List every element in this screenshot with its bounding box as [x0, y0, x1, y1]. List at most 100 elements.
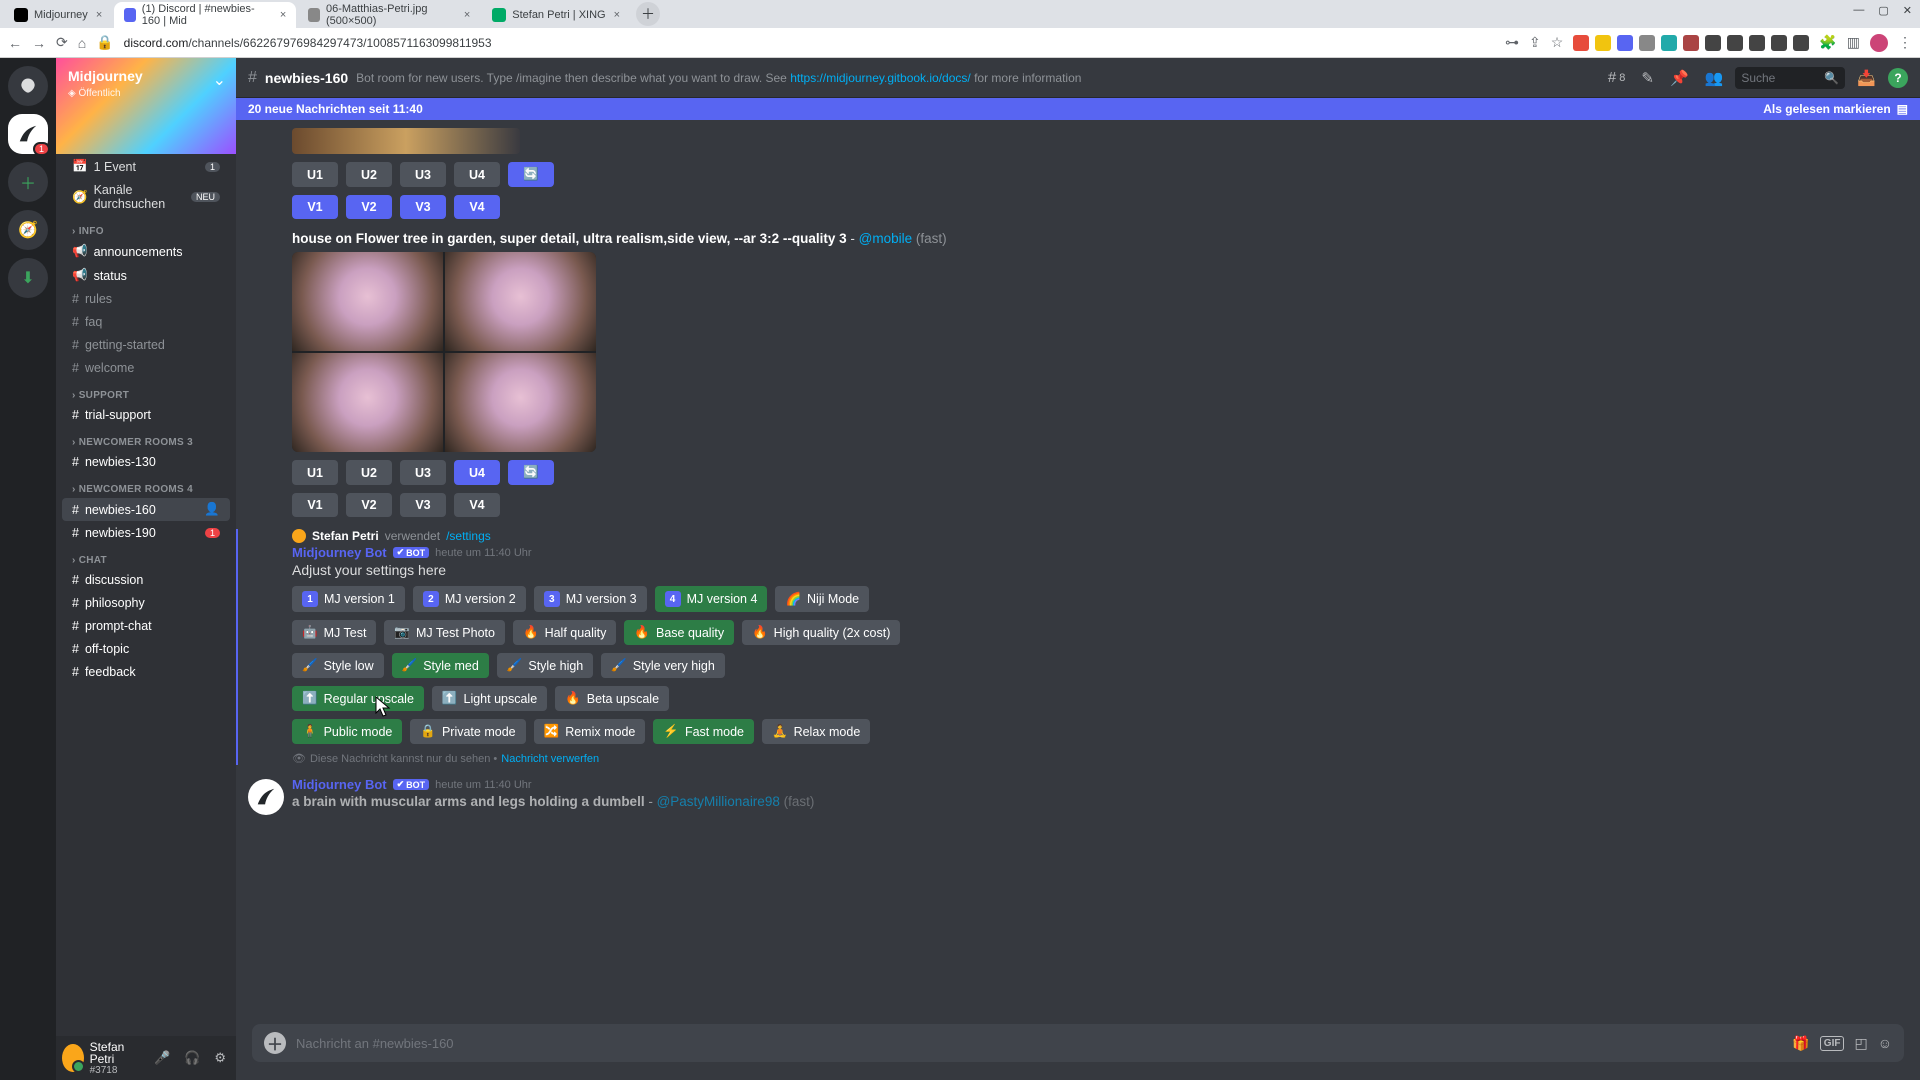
extension-icon[interactable] [1727, 35, 1743, 51]
extension-icon[interactable] [1595, 35, 1611, 51]
reroll-button[interactable]: 🔄 [508, 162, 554, 187]
search-input[interactable]: Suche🔍 [1735, 67, 1845, 89]
topic-link[interactable]: https://midjourney.gitbook.io/docs/ [790, 71, 971, 85]
setting-beta-upscale[interactable]: 🔥Beta upscale [555, 686, 669, 711]
new-tab-button[interactable]: ＋ [636, 2, 660, 26]
channel-category[interactable]: › INFO [56, 216, 236, 239]
setting-style-med[interactable]: 🖌️Style med [392, 653, 489, 678]
v2-button[interactable]: V2 [346, 195, 392, 219]
channel-announcements[interactable]: 📢announcements [62, 240, 230, 263]
gear-icon[interactable]: ⚙ [210, 1046, 230, 1070]
browser-tab[interactable]: Stefan Petri | XING× [482, 2, 630, 28]
channel-category[interactable]: › SUPPORT [56, 380, 236, 403]
help-icon[interactable]: ? [1888, 68, 1908, 88]
browser-tab[interactable]: (1) Discord | #newbies-160 | Mid× [114, 2, 296, 28]
nav-fwd-icon[interactable]: → [32, 35, 46, 51]
extension-icon[interactable] [1573, 35, 1589, 51]
channel-faq[interactable]: #faq [62, 311, 230, 333]
u1-button[interactable]: U1 [292, 460, 338, 485]
inbox-icon[interactable]: 📥 [1853, 65, 1880, 91]
browser-tab[interactable]: 06-Matthias-Petri.jpg (500×500)× [298, 2, 480, 28]
u2-button[interactable]: U2 [346, 162, 392, 187]
nav-reload-icon[interactable]: ⟳ [56, 34, 68, 51]
window-close[interactable]: ✕ [1903, 4, 1912, 17]
extension-icon[interactable] [1793, 35, 1809, 51]
v2-button[interactable]: V2 [346, 493, 392, 517]
members-icon[interactable]: 👥 [1701, 65, 1728, 91]
u3-button[interactable]: U3 [400, 460, 446, 485]
setting-relax-mode[interactable]: 🧘Relax mode [762, 719, 870, 744]
setting-remix-mode[interactable]: 🔀Remix mode [534, 719, 646, 744]
mention[interactable]: @PastyMillionaire98 [657, 794, 780, 809]
mic-icon[interactable]: 🎤 [150, 1046, 174, 1070]
channel-feedback[interactable]: #feedback [62, 661, 230, 683]
home-icon[interactable] [8, 66, 48, 106]
setting-mj-test-photo[interactable]: 📷MJ Test Photo [384, 620, 505, 645]
v3-button[interactable]: V3 [400, 195, 446, 219]
u4-button[interactable]: U4 [454, 460, 500, 485]
mark-read-button[interactable]: Als gelesen markieren ▤ [1763, 102, 1908, 116]
share-icon[interactable]: ⇪ [1529, 34, 1541, 51]
gift-icon[interactable]: 🎁 [1792, 1035, 1809, 1052]
setting-regular-upscale[interactable]: ⬆️Regular upscale [292, 686, 424, 711]
slash-command[interactable]: /settings [446, 529, 491, 543]
channel-rules[interactable]: #rules [62, 288, 230, 310]
channel-getting-started[interactable]: #getting-started [62, 334, 230, 356]
setting-niji-mode[interactable]: 🌈Niji Mode [775, 586, 869, 612]
panel-icon[interactable]: ▥ [1847, 34, 1860, 51]
image-grid[interactable] [292, 252, 596, 452]
kebab-icon[interactable]: ⋮ [1898, 34, 1912, 51]
browse-channels-row[interactable]: 🧭Kanäle durchsuchenNEU [62, 179, 230, 215]
extension-icon[interactable] [1661, 35, 1677, 51]
setting-style-low[interactable]: 🖌️Style low [292, 653, 384, 678]
tab-close-icon[interactable]: × [464, 9, 470, 21]
channel-prompt-chat[interactable]: #prompt-chat [62, 615, 230, 637]
v3-button[interactable]: V3 [400, 493, 446, 517]
headphones-icon[interactable]: 🎧 [180, 1046, 204, 1070]
setting-mj-test[interactable]: 🤖MJ Test [292, 620, 376, 645]
key-icon[interactable]: ⊶ [1505, 34, 1519, 51]
server-header[interactable]: Midjourney ◈ Öffentlich ⌄ [56, 58, 236, 154]
reroll-button[interactable]: 🔄 [508, 460, 554, 485]
v1-button[interactable]: V1 [292, 195, 338, 219]
puzzle-icon[interactable]: 🧩 [1819, 34, 1836, 51]
setting-private-mode[interactable]: 🔒Private mode [410, 719, 525, 744]
channel-category[interactable]: › NEWCOMER ROOMS 4 [56, 474, 236, 497]
channel-scroll[interactable]: 📅1 Event1🧭Kanäle durchsuchenNEU› INFO📢an… [56, 154, 236, 1036]
tab-close-icon[interactable]: × [614, 9, 620, 21]
u4-button[interactable]: U4 [454, 162, 500, 187]
channel-welcome[interactable]: #welcome [62, 357, 230, 379]
setting-half-quality[interactable]: 🔥Half quality [513, 620, 616, 645]
setting-style-very-high[interactable]: 🖌️Style very high [601, 653, 725, 678]
new-messages-bar[interactable]: 20 neue Nachrichten seit 11:40 Als geles… [236, 98, 1920, 120]
channel-newbies-130[interactable]: #newbies-130 [62, 451, 230, 473]
v4-button[interactable]: V4 [454, 195, 500, 219]
events-row[interactable]: 📅1 Event1 [62, 155, 230, 178]
channel-philosophy[interactable]: #philosophy [62, 592, 230, 614]
setting-mj-version-1[interactable]: 1MJ version 1 [292, 586, 405, 612]
extension-icon[interactable] [1639, 35, 1655, 51]
avatar-icon[interactable] [1870, 34, 1888, 52]
setting-public-mode[interactable]: 🧍Public mode [292, 719, 402, 744]
setting-mj-version-4[interactable]: 4MJ version 4 [655, 586, 768, 612]
tab-close-icon[interactable]: × [96, 9, 102, 21]
guild-midjourney[interactable]: 1 [8, 114, 48, 154]
u1-button[interactable]: U1 [292, 162, 338, 187]
setting-light-upscale[interactable]: ⬆️Light upscale [432, 686, 547, 711]
browser-tab[interactable]: Midjourney× [4, 2, 112, 28]
download-icon[interactable]: ⬇ [8, 258, 48, 298]
explore-icon[interactable]: 🧭 [8, 210, 48, 250]
setting-style-high[interactable]: 🖌️Style high [497, 653, 593, 678]
channel-category[interactable]: › CHAT [56, 545, 236, 568]
u2-button[interactable]: U2 [346, 460, 392, 485]
channel-trial-support[interactable]: #trial-support [62, 404, 230, 426]
add-server-icon[interactable]: ＋ [8, 162, 48, 202]
message-input[interactable]: ＋ Nachricht an #newbies-160 🎁 GIF ◰ ☺ [252, 1024, 1904, 1062]
setting-mj-version-2[interactable]: 2MJ version 2 [413, 586, 526, 612]
v4-button[interactable]: V4 [454, 493, 500, 517]
setting-base-quality[interactable]: 🔥Base quality [624, 620, 734, 645]
channel-newbies-190[interactable]: #newbies-1901 [62, 522, 230, 544]
image-strip[interactable] [292, 128, 520, 154]
channel-newbies-160[interactable]: #newbies-160👤 [62, 498, 230, 521]
extension-icon[interactable] [1617, 35, 1633, 51]
